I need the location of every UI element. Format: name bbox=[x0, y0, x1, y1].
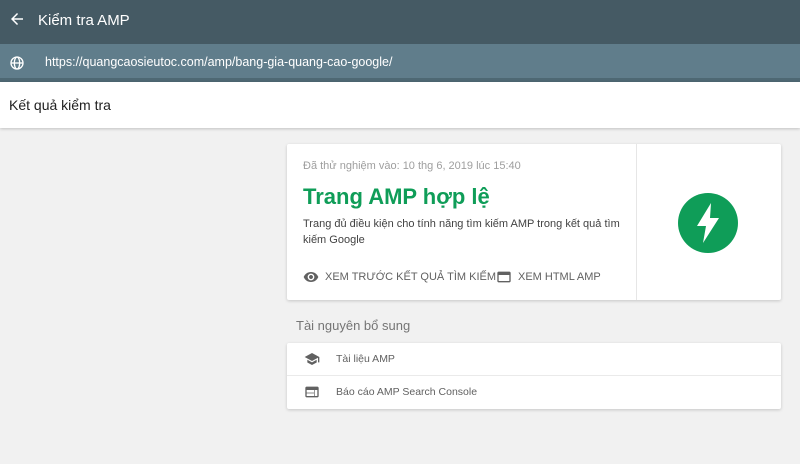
preview-search-result-button[interactable]: XEM TRƯỚC KẾT QUẢ TÌM KIẾM bbox=[303, 268, 496, 286]
url-bar: https://quangcaosieutoc.com/amp/bang-gia… bbox=[0, 44, 800, 81]
back-arrow-icon[interactable] bbox=[8, 10, 26, 28]
resource-item-label: Báo cáo AMP Search Console bbox=[336, 386, 478, 398]
school-icon bbox=[304, 353, 320, 365]
resource-item-search-console-report[interactable]: Báo cáo AMP Search Console bbox=[287, 376, 781, 409]
view-amp-html-label: XEM HTML AMP bbox=[518, 271, 601, 283]
globe-icon bbox=[10, 56, 24, 70]
resources-list: Tài liệu AMP Báo cáo AMP Search Console bbox=[287, 343, 781, 409]
eye-icon bbox=[303, 272, 319, 282]
resource-item-label: Tài liệu AMP bbox=[336, 353, 395, 365]
amp-lightning-icon bbox=[678, 193, 738, 253]
preview-search-result-label: XEM TRƯỚC KẾT QUẢ TÌM KIẾM bbox=[325, 271, 497, 283]
resources-title: Tài nguyên bổ sung bbox=[296, 318, 411, 333]
card-divider bbox=[636, 144, 637, 300]
tested-timestamp: Đã thử nghiệm vào: 10 thg 6, 2019 lúc 15… bbox=[303, 160, 521, 172]
results-header: Kết quả kiểm tra bbox=[0, 82, 800, 128]
status-description: Trang đủ điều kiện cho tính năng tìm kiế… bbox=[303, 218, 620, 246]
validity-status: Trang AMP hợp lệ bbox=[303, 184, 490, 209]
tested-url: https://quangcaosieutoc.com/amp/bang-gia… bbox=[45, 55, 393, 69]
result-card: Đã thử nghiệm vào: 10 thg 6, 2019 lúc 15… bbox=[287, 144, 781, 300]
view-amp-html-button[interactable]: XEM HTML AMP bbox=[496, 268, 601, 286]
web-icon bbox=[305, 386, 319, 398]
resource-item-amp-docs[interactable]: Tài liệu AMP bbox=[287, 343, 781, 376]
app-title: Kiểm tra AMP bbox=[38, 12, 130, 29]
app-bar: Kiểm tra AMP bbox=[0, 0, 800, 44]
page-title: Kết quả kiểm tra bbox=[9, 97, 111, 113]
web-icon bbox=[497, 271, 511, 283]
